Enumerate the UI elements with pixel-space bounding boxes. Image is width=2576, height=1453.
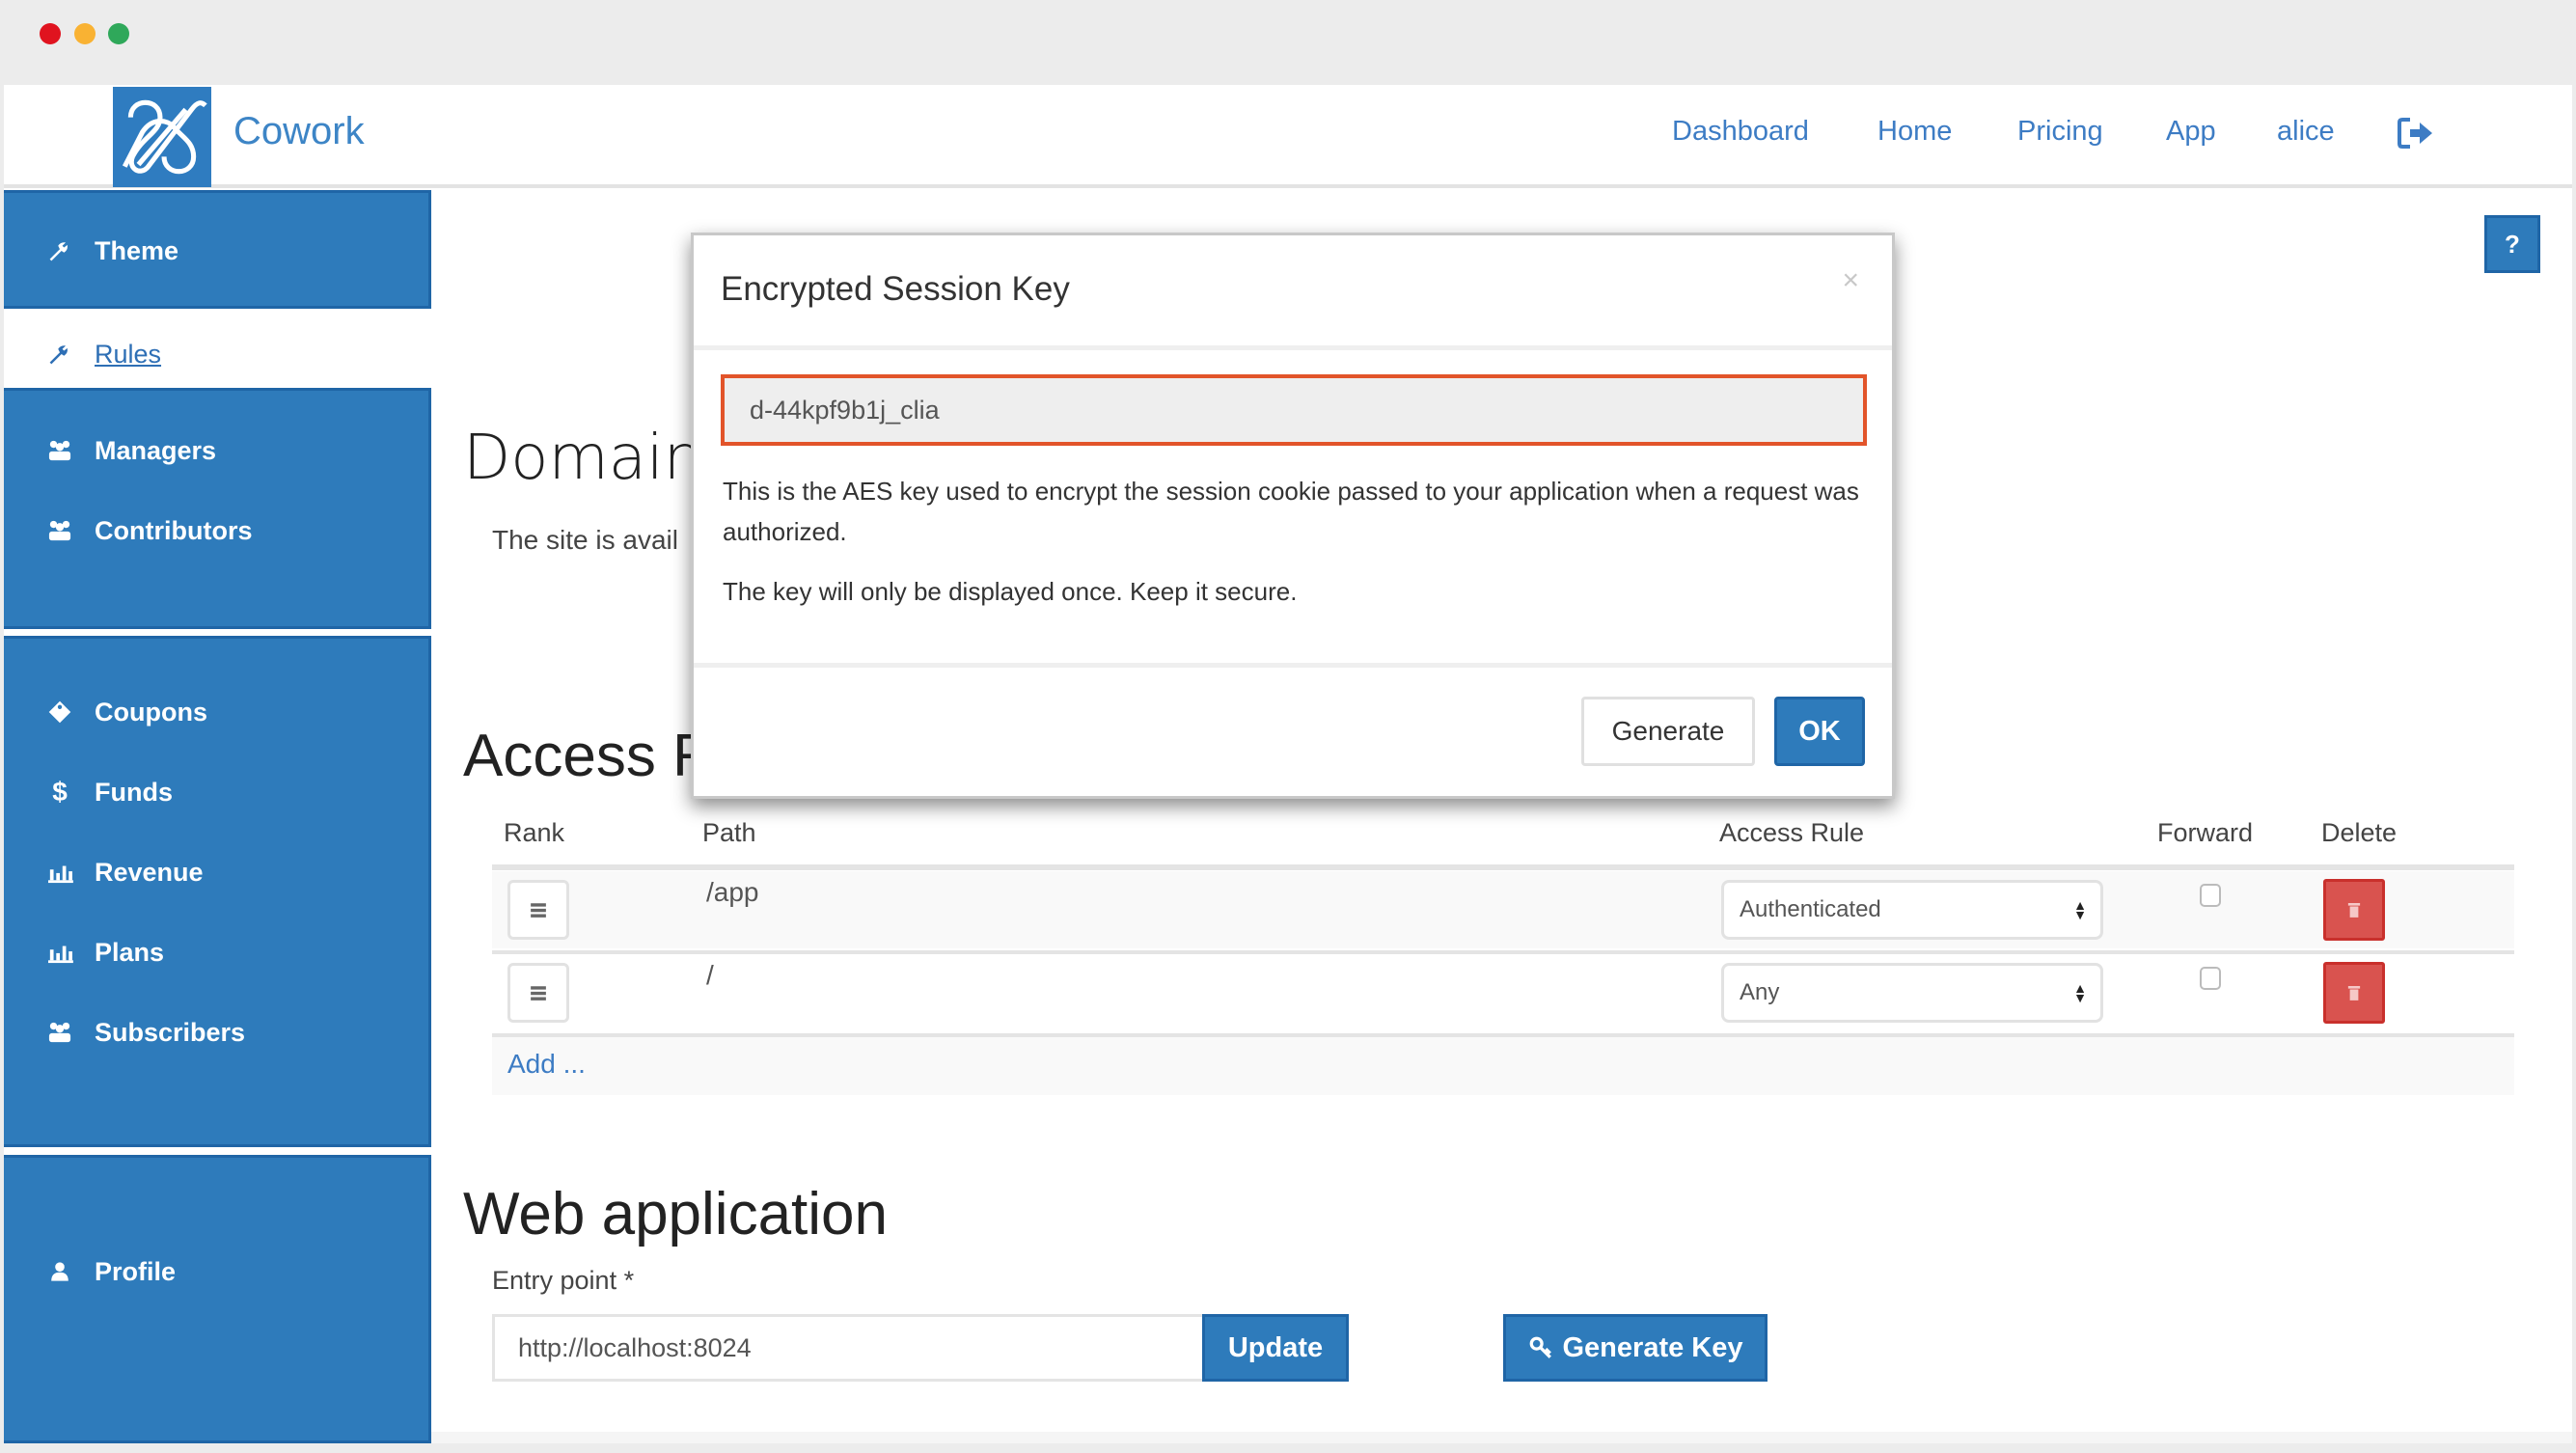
sidebar-item-label: Subscribers — [95, 1017, 246, 1047]
forward-checkbox[interactable] — [2200, 884, 2221, 907]
table-header-divider — [492, 864, 2514, 870]
sidebar-group-profile: Profile — [4, 1155, 431, 1443]
app-window: Cowork Dashboard Home Pricing App alice … — [4, 85, 2572, 1443]
sidebar-item-revenue[interactable]: Revenue — [42, 851, 204, 893]
dialog-title: Encrypted Session Key — [721, 270, 1070, 308]
sidebar-item-contributors[interactable]: Contributors — [42, 509, 252, 552]
trash-icon — [2347, 986, 2361, 1001]
brand-name[interactable]: Cowork — [233, 110, 365, 153]
close-window-button[interactable] — [40, 23, 61, 44]
access-rule-value: Authenticated — [1740, 896, 1881, 922]
sidebar-item-label: Managers — [95, 435, 217, 465]
sidebar-item-label: Funds — [95, 777, 173, 807]
sidebar-item-profile[interactable]: Profile — [42, 1250, 176, 1293]
sidebar-group-billing: Coupons $ Funds Revenue Plans Subscriber… — [4, 636, 431, 1147]
nav-home[interactable]: Home — [1877, 116, 1952, 148]
sidebar-item-label: Theme — [95, 235, 179, 265]
generate-key-label: Generate Key — [1562, 1331, 1743, 1363]
dialog-footer-divider — [694, 663, 1892, 668]
users-icon — [42, 1018, 77, 1047]
window-titlebar — [0, 0, 2576, 85]
path-cell: / — [706, 960, 714, 990]
delete-rule-button[interactable] — [2323, 879, 2385, 941]
dialog-description: This is the AES key used to encrypt the … — [723, 477, 1859, 546]
tag-icon — [42, 698, 77, 726]
top-navbar: Cowork Dashboard Home Pricing App alice — [4, 85, 2572, 188]
select-arrows-icon: ▲ ▼ — [2073, 980, 2087, 1005]
table-row: / Any ▲ ▼ — [492, 954, 2514, 1031]
wrench-icon — [42, 340, 77, 369]
column-header-forward: Forward — [2157, 818, 2254, 847]
nav-pricing[interactable]: Pricing — [2017, 116, 2103, 148]
sidebar-item-label: Coupons — [95, 697, 207, 726]
access-rule-value: Any — [1740, 979, 1780, 1005]
drag-handle-icon[interactable] — [507, 963, 569, 1023]
forward-checkbox[interactable] — [2200, 967, 2221, 990]
nav-dashboard[interactable]: Dashboard — [1672, 116, 1809, 148]
minimize-window-button[interactable] — [74, 23, 96, 44]
update-button[interactable]: Update — [1202, 1314, 1349, 1382]
sidebar-item-label: Profile — [95, 1256, 177, 1286]
column-header-delete: Delete — [2321, 818, 2398, 847]
domain-heading: Domain — [463, 423, 703, 494]
generate-button[interactable]: Generate — [1581, 697, 1755, 766]
sidebar-item-funds[interactable]: $ Funds — [42, 771, 173, 813]
entry-point-input[interactable] — [492, 1314, 1206, 1382]
sidebar-item-rules[interactable]: Rules — [42, 333, 161, 375]
sidebar-item-label: Revenue — [95, 857, 204, 887]
dollar-icon: $ — [52, 777, 68, 807]
nav-user-alice[interactable]: alice — [2277, 116, 2335, 148]
column-header-rank: Rank — [504, 818, 565, 847]
path-cell: /app — [706, 877, 759, 907]
bar-chart-icon — [42, 938, 77, 967]
maximize-window-button[interactable] — [108, 23, 129, 44]
key-icon — [1529, 1336, 1551, 1358]
ok-button[interactable]: OK — [1774, 697, 1865, 766]
sidebar-group-theme: Theme — [4, 190, 431, 309]
session-key-field[interactable] — [721, 374, 1867, 446]
wrench-icon — [42, 236, 77, 265]
trash-icon — [2347, 903, 2361, 918]
bar-chart-icon — [42, 858, 77, 887]
dialog-header-divider — [694, 345, 1892, 350]
add-row: Add ... — [492, 1037, 2514, 1095]
sidebar-item-theme[interactable]: Theme — [42, 230, 178, 272]
cowork-logo-icon[interactable] — [113, 87, 211, 187]
close-icon[interactable]: × — [1842, 264, 1859, 297]
sidebar-item-plans[interactable]: Plans — [42, 931, 164, 973]
sidebar-item-subscribers[interactable]: Subscribers — [42, 1011, 245, 1054]
sign-out-icon[interactable] — [2397, 116, 2435, 151]
sidebar-item-managers[interactable]: Managers — [42, 429, 216, 472]
users-icon — [42, 436, 77, 465]
sidebar-item-label: Rules — [95, 339, 162, 369]
select-arrows-icon: ▲ ▼ — [2073, 897, 2087, 922]
generate-key-button[interactable]: Generate Key — [1503, 1314, 1768, 1382]
help-button[interactable]: ? — [2484, 215, 2540, 273]
add-rule-link[interactable]: Add ... — [507, 1049, 586, 1080]
sidebar: Theme Rules Managers Contributors Coupon… — [4, 190, 431, 1443]
access-rule-select[interactable]: Any ▲ ▼ — [1721, 963, 2103, 1023]
sidebar-group-people: Managers Contributors — [4, 388, 431, 629]
sidebar-item-label: Contributors — [95, 515, 253, 545]
dialog-warning: The key will only be displayed once. Kee… — [723, 577, 1298, 606]
nav-app[interactable]: App — [2166, 116, 2216, 148]
sidebar-item-label: Plans — [95, 937, 165, 967]
page-footer-strip — [431, 1432, 2572, 1443]
entry-point-label: Entry point * — [492, 1266, 635, 1295]
domain-description: The site is avail — [492, 525, 678, 555]
web-application-heading: Web application — [463, 1181, 889, 1247]
table-row: /app Authenticated ▲ ▼ — [492, 871, 2514, 948]
encrypted-session-key-dialog: Encrypted Session Key × This is the AES … — [691, 233, 1895, 799]
column-header-path: Path — [702, 818, 756, 847]
users-icon — [42, 516, 77, 545]
drag-handle-icon[interactable] — [507, 880, 569, 940]
sidebar-item-coupons[interactable]: Coupons — [42, 691, 207, 733]
column-header-access-rule: Access Rule — [1719, 818, 1865, 847]
user-icon — [42, 1257, 77, 1286]
access-rule-select[interactable]: Authenticated ▲ ▼ — [1721, 880, 2103, 940]
delete-rule-button[interactable] — [2323, 962, 2385, 1024]
